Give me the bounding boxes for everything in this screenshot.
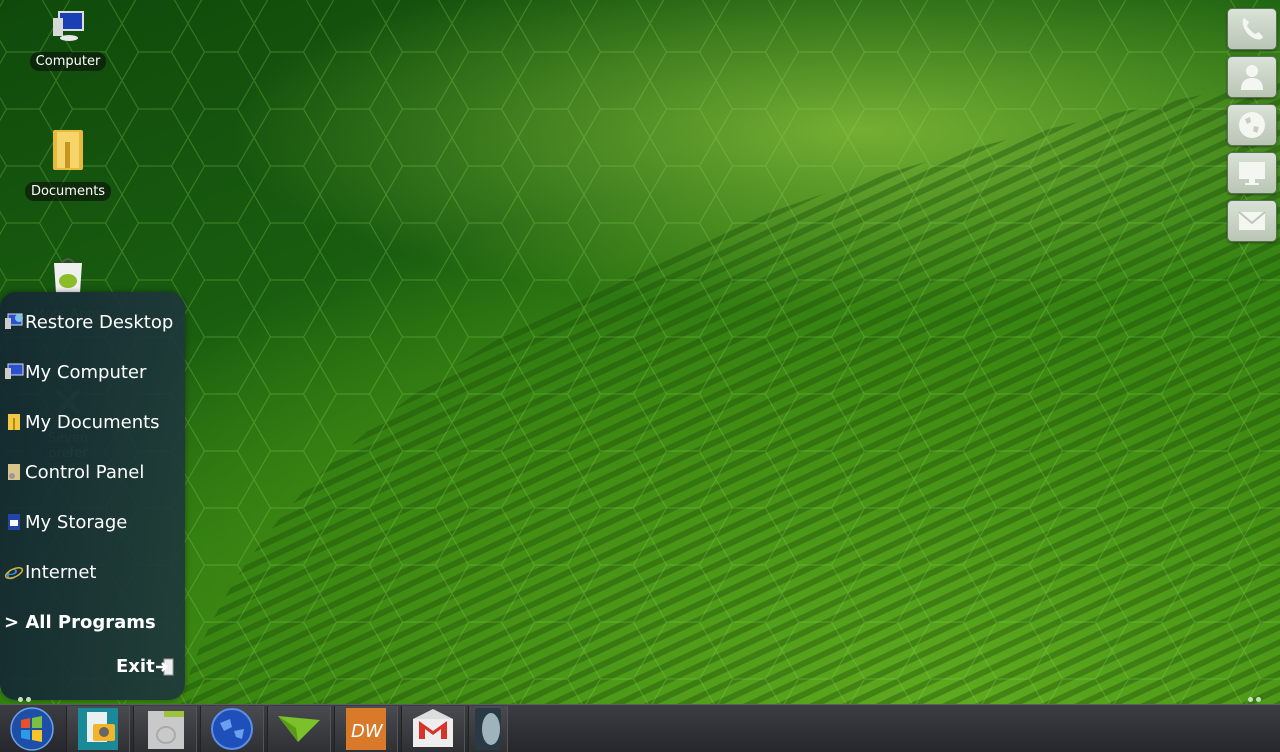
all-programs-label: > All Programs xyxy=(4,611,156,633)
taskbar-app-screenshot[interactable] xyxy=(66,706,130,752)
globe-browser-icon xyxy=(211,708,253,750)
all-programs-button[interactable]: > All Programs xyxy=(4,606,156,638)
menu-item-my-documents[interactable]: My Documents xyxy=(4,406,160,438)
start-menu: Restore Desktop My Computer My Documents… xyxy=(0,292,185,700)
contact-icon xyxy=(1241,65,1263,90)
menu-item-label: Restore Desktop xyxy=(25,311,174,333)
sd-card-icon xyxy=(4,512,24,532)
internet-explorer-icon: e xyxy=(4,562,24,582)
desktop-icon-label: Computer xyxy=(29,52,107,71)
exit-label: Exit xyxy=(116,656,155,677)
folder-icon xyxy=(4,412,24,432)
game-app-icon xyxy=(475,708,501,750)
mail-icon xyxy=(1238,211,1266,230)
menu-item-label: My Documents xyxy=(25,411,160,433)
taskbar-app-gmail[interactable] xyxy=(401,706,465,752)
page-indicator-left xyxy=(18,697,31,702)
desktop-button[interactable] xyxy=(1227,152,1277,194)
menu-item-internet[interactable]: e Internet xyxy=(4,556,96,588)
desktop-icon-label: Documents xyxy=(24,182,112,201)
exit-button[interactable]: Exit xyxy=(116,656,175,677)
desktop-icon-computer[interactable]: Computer xyxy=(23,10,113,71)
menu-item-label: Control Panel xyxy=(25,461,145,483)
hex-pattern xyxy=(0,0,1280,704)
folder-icon xyxy=(53,130,83,170)
monitor-icon xyxy=(1239,162,1265,185)
right-dock xyxy=(1227,8,1277,248)
android-market-icon xyxy=(54,258,82,293)
browser-button[interactable] xyxy=(1227,104,1277,146)
svg-text:DW: DW xyxy=(351,721,384,742)
android-files-icon xyxy=(148,711,184,749)
taskbar-app-dw[interactable]: DW xyxy=(334,706,398,752)
taskbar: DW xyxy=(0,704,1280,752)
windows-start-icon xyxy=(10,707,54,751)
taskbar-app-android-files[interactable] xyxy=(133,706,197,752)
mail-button[interactable] xyxy=(1227,200,1277,242)
menu-item-label: My Computer xyxy=(25,361,147,383)
gmail-icon xyxy=(413,709,453,747)
menu-item-my-storage[interactable]: My Storage xyxy=(4,506,127,538)
phone-icon xyxy=(1242,18,1263,40)
exit-icon xyxy=(155,658,174,675)
menu-item-control-panel[interactable]: Control Panel xyxy=(4,456,144,488)
globe-icon xyxy=(1239,112,1265,138)
phone-button[interactable] xyxy=(1227,8,1277,50)
menu-item-my-computer[interactable]: My Computer xyxy=(4,356,146,388)
screenshot-app-icon xyxy=(78,708,118,750)
computer-icon xyxy=(53,11,84,41)
taskbar-app-paper-plane[interactable] xyxy=(267,706,331,752)
taskbar-app-globe[interactable] xyxy=(200,706,264,752)
page-indicator-right xyxy=(1248,697,1261,702)
menu-item-label: My Storage xyxy=(25,511,128,533)
desktop-icon-documents[interactable]: Documents xyxy=(23,128,113,201)
paper-plane-app-icon xyxy=(278,716,320,742)
restore-desktop-icon xyxy=(4,312,24,332)
control-panel-icon xyxy=(4,462,24,482)
computer-icon xyxy=(4,362,24,382)
dw-app-icon: DW xyxy=(346,708,386,750)
menu-item-label: Internet xyxy=(25,561,97,583)
taskbar-app-game[interactable] xyxy=(468,706,508,752)
contacts-button[interactable] xyxy=(1227,56,1277,98)
menu-item-restore-desktop[interactable]: Restore Desktop xyxy=(4,306,173,338)
start-button[interactable] xyxy=(0,706,64,752)
desktop-wallpaper xyxy=(0,0,1280,704)
